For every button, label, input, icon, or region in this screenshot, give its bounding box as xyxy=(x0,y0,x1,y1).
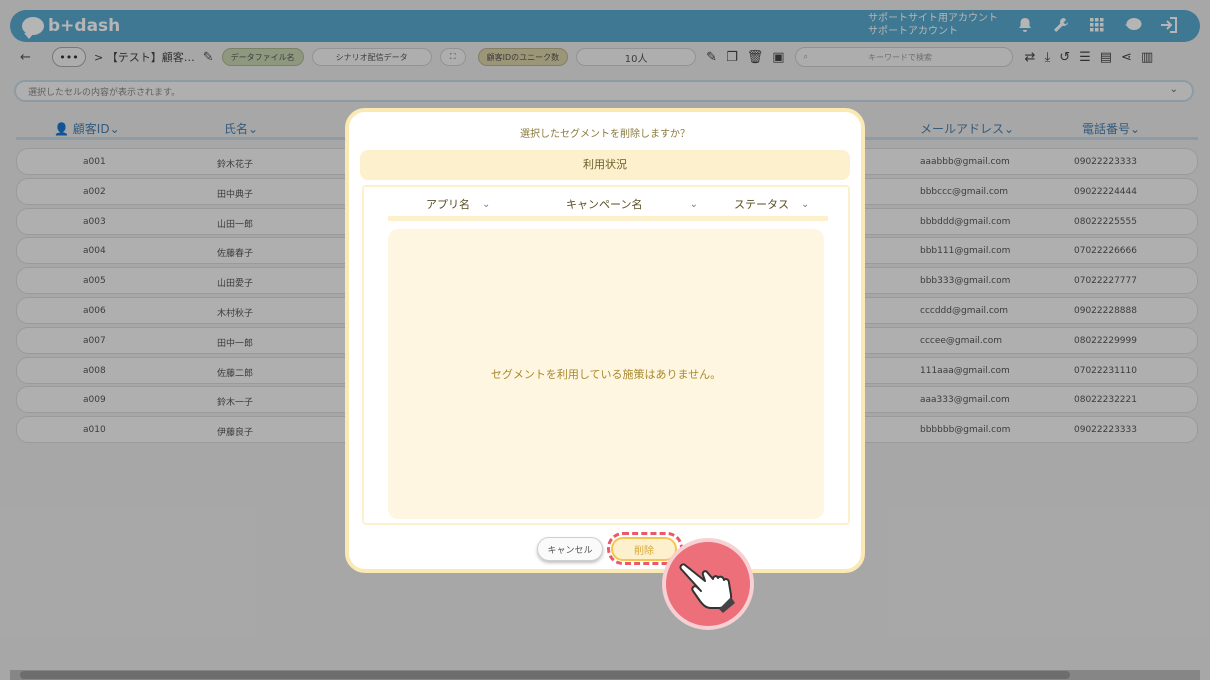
empty-state: セグメントを利用している施策はありません。 xyxy=(388,229,824,519)
empty-message: セグメントを利用している施策はありません。 xyxy=(490,368,722,381)
usage-section-title: 利用状況 xyxy=(360,150,850,180)
chevron-down-icon: ⌄ xyxy=(482,198,491,210)
cancel-button[interactable]: キャンセル xyxy=(537,537,603,561)
delete-button[interactable]: 削除 xyxy=(611,537,677,561)
usage-table: アプリ名 ⌄ キャンペーン名 ⌄ ステータス ⌄ セグメントを利用している施策は… xyxy=(362,185,850,525)
pointer-hand-icon xyxy=(662,538,754,630)
usage-table-header: アプリ名 ⌄ キャンペーン名 ⌄ ステータス ⌄ xyxy=(388,193,828,221)
chevron-down-icon: ⌄ xyxy=(689,198,698,210)
chevron-down-icon: ⌄ xyxy=(801,198,810,210)
delete-segment-dialog: 選択したセグメントを削除しますか？ 利用状況 アプリ名 ⌄ キャンペーン名 ⌄ … xyxy=(345,108,865,573)
col-app-name[interactable]: アプリ名 ⌄ xyxy=(426,196,490,212)
col-campaign-name[interactable]: キャンペーン名 ⌄ xyxy=(566,196,698,212)
col-status[interactable]: ステータス ⌄ xyxy=(734,196,809,212)
dialog-title: 選択したセグメントを削除しますか？ xyxy=(520,129,690,140)
